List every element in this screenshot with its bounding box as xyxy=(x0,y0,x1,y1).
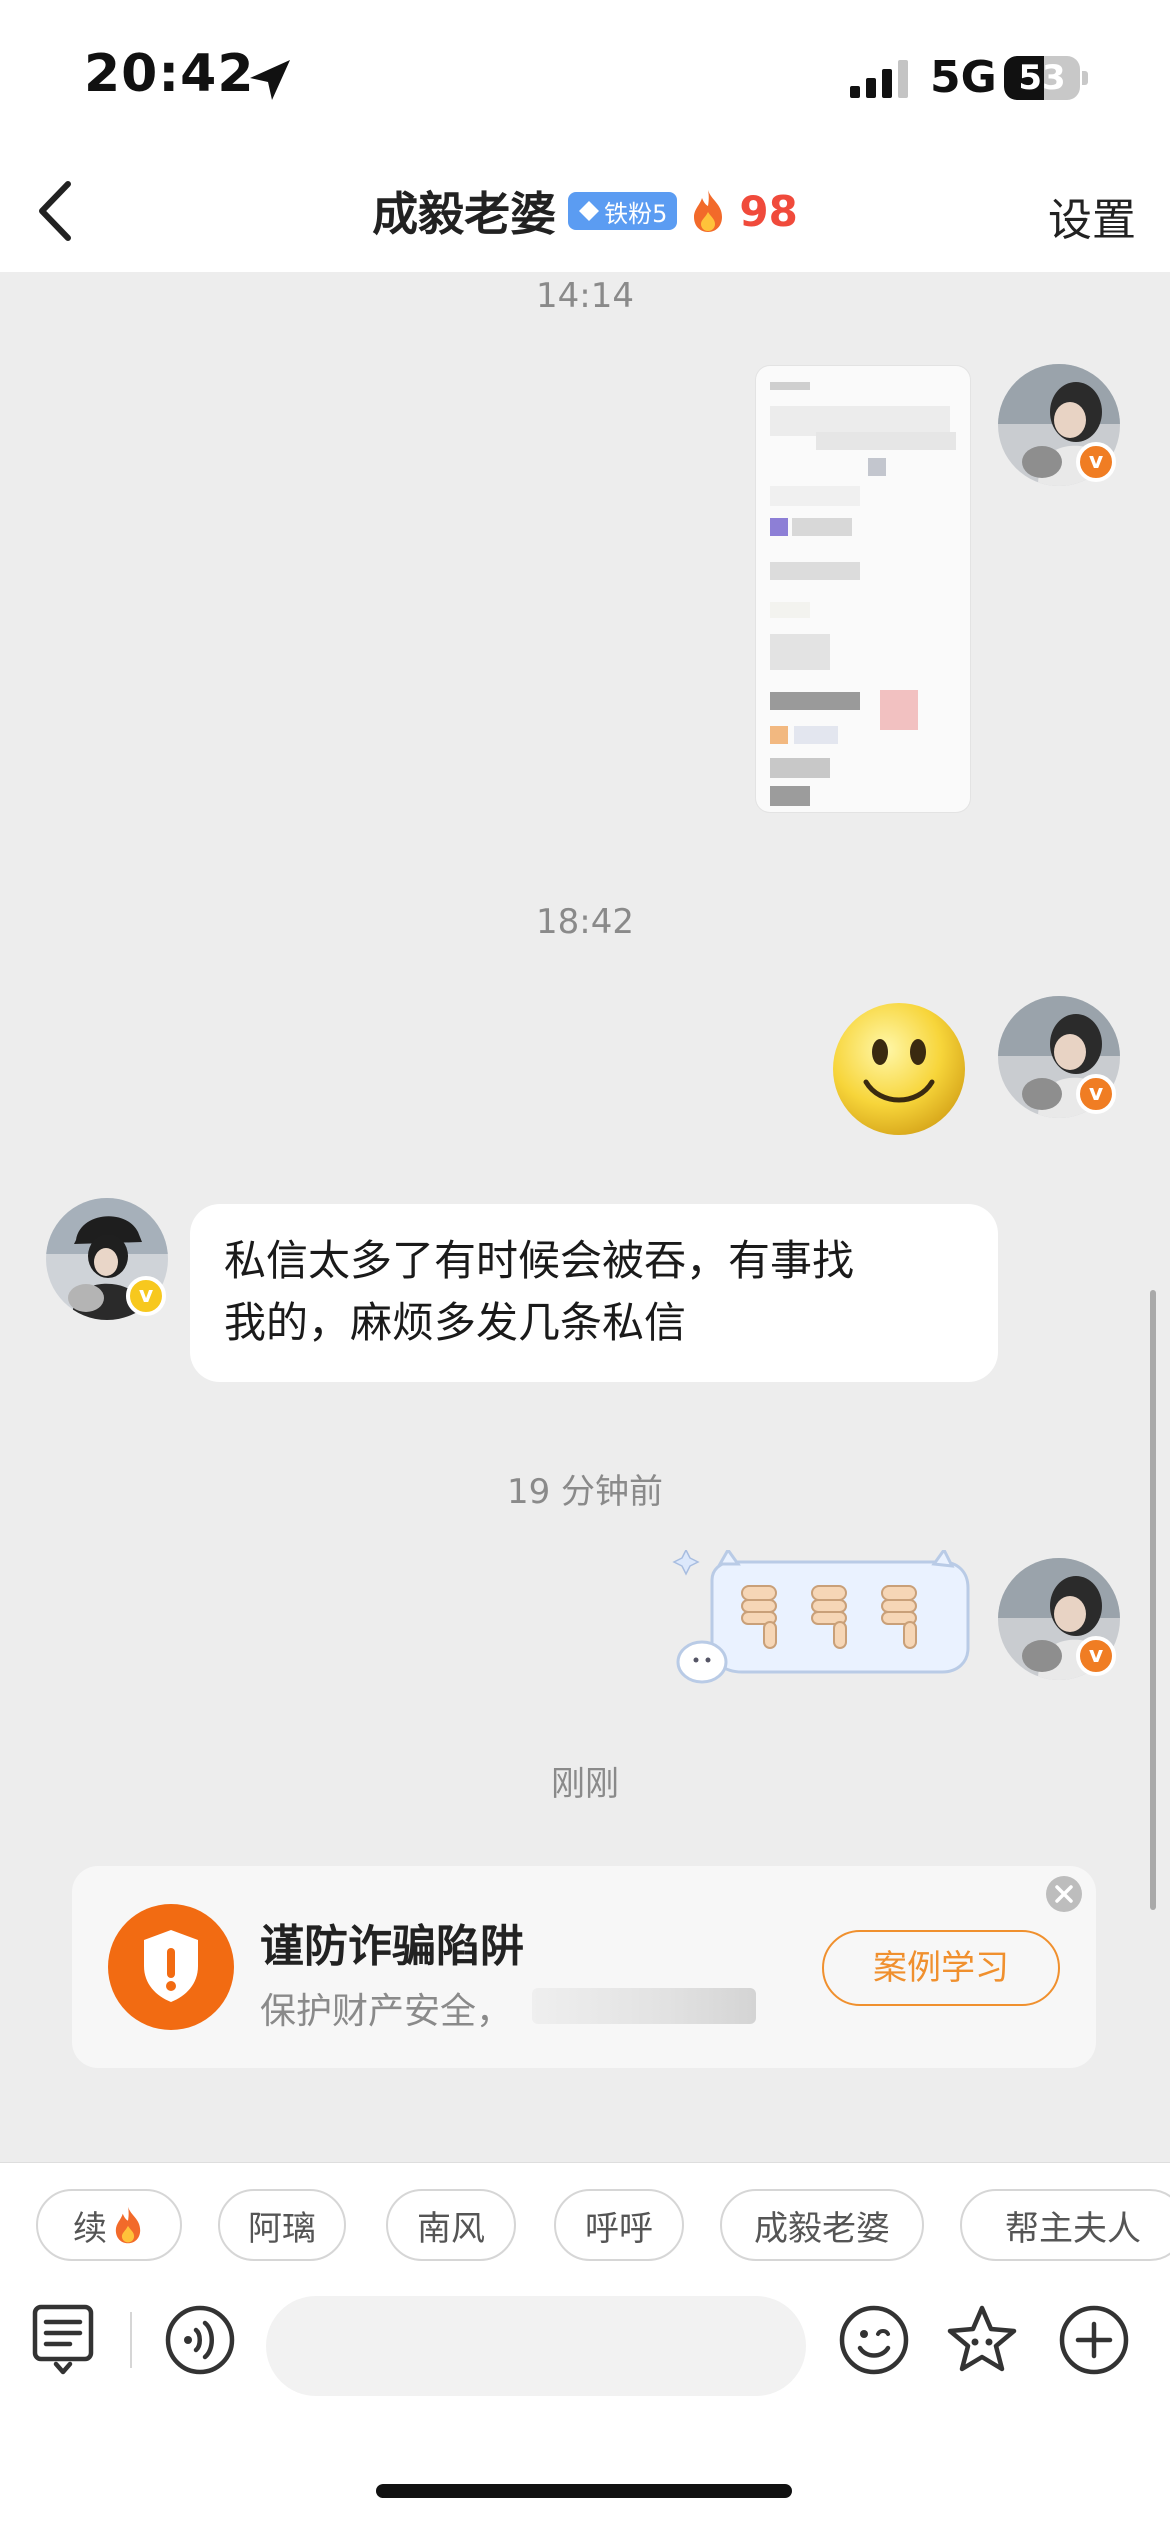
chat-header: 成毅老婆 铁粉5 98 xyxy=(0,150,1170,272)
settings-button[interactable]: 设置 xyxy=(1048,184,1136,248)
verified-badge: v xyxy=(1076,1074,1116,1114)
add-icon[interactable] xyxy=(1058,2304,1130,2376)
verified-badge: v xyxy=(126,1276,166,1316)
scrollbar[interactable] xyxy=(1150,1290,1156,1910)
quick-reply-chip[interactable]: 阿璃 xyxy=(218,2189,346,2261)
battery-percent: 53 xyxy=(1018,58,1066,98)
quick-reply-chip[interactable]: 续 xyxy=(36,2189,182,2261)
smiley-emoji-message[interactable] xyxy=(830,1000,968,1138)
chip-label: 续 xyxy=(73,2208,107,2249)
message-line: 我的，麻烦多发几条私信 xyxy=(224,1298,687,1347)
chat-area[interactable]: 14:14 v 18:42 v v 私信太多了有时候会被吞，有事找 我的，麻烦多… xyxy=(0,272,1170,2162)
quick-reply-chip[interactable]: 呼呼 xyxy=(554,2189,684,2261)
quick-reply-chip[interactable]: 南风 xyxy=(386,2189,516,2261)
quick-reply-chip[interactable]: 成毅老婆 xyxy=(720,2189,924,2261)
fan-badge-label: 铁粉5 xyxy=(604,199,668,228)
voice-icon[interactable] xyxy=(164,2304,236,2376)
network-label: 5G xyxy=(930,52,997,103)
fraud-card-subtitle: 保护财产安全， xyxy=(260,1991,513,2032)
message-line: 私信太多了有时候会被吞，有事找 xyxy=(224,1236,855,1285)
timestamp: 18:42 xyxy=(536,902,634,942)
fan-level-badge: 铁粉5 xyxy=(568,192,678,230)
battery-icon: 53 xyxy=(1004,56,1088,100)
emoji-icon[interactable] xyxy=(838,2304,910,2376)
nav-bar: 成毅老婆 铁粉5 98 设置 xyxy=(0,150,1170,272)
home-indicator xyxy=(376,2484,792,2498)
fire-icon xyxy=(694,190,723,232)
quick-reply-bar: 续 阿璃 南风 呼呼 成毅老婆 帮主夫人 xyxy=(0,2162,1170,2282)
case-study-button[interactable]: 案例学习 xyxy=(822,1930,1060,2006)
incoming-text-message[interactable]: 私信太多了有时候会被吞，有事找 我的，麻烦多发几条私信 xyxy=(190,1204,998,1382)
blurred-text xyxy=(532,1988,756,2024)
close-icon[interactable] xyxy=(1044,1874,1084,1914)
timestamp: 19 分钟前 xyxy=(506,1472,664,1512)
quick-reply-chip[interactable]: 帮主夫人 xyxy=(960,2189,1170,2261)
diamond-icon xyxy=(579,201,600,221)
divider xyxy=(130,2312,132,2368)
chat-title[interactable]: 成毅老婆 xyxy=(372,178,556,244)
shield-warning-icon xyxy=(108,1904,234,2030)
image-message[interactable] xyxy=(756,366,970,812)
timestamp: 刚刚 xyxy=(551,1764,619,1804)
fraud-card-title: 谨防诈骗陷阱 xyxy=(260,1921,524,1972)
intimacy-count: 98 xyxy=(739,186,798,236)
verified-badge: v xyxy=(1076,1636,1116,1676)
fire-icon xyxy=(115,2206,141,2244)
thumbs-down-sticker-message[interactable] xyxy=(672,1550,980,1700)
status-bar: 20:42 5G 53 xyxy=(0,0,1170,150)
message-input[interactable] xyxy=(266,2296,806,2396)
star-sticker-icon[interactable] xyxy=(944,2302,1020,2378)
location-arrow-icon xyxy=(250,60,290,100)
verified-badge: v xyxy=(1076,442,1116,482)
timestamp: 14:14 xyxy=(536,276,634,316)
signal-icon xyxy=(850,60,908,98)
fraud-warning-card[interactable]: 谨防诈骗陷阱 保护财产安全， 案例学习 xyxy=(72,1866,1096,2068)
menu-list-icon[interactable] xyxy=(32,2304,94,2376)
status-time: 20:42 xyxy=(84,44,255,104)
